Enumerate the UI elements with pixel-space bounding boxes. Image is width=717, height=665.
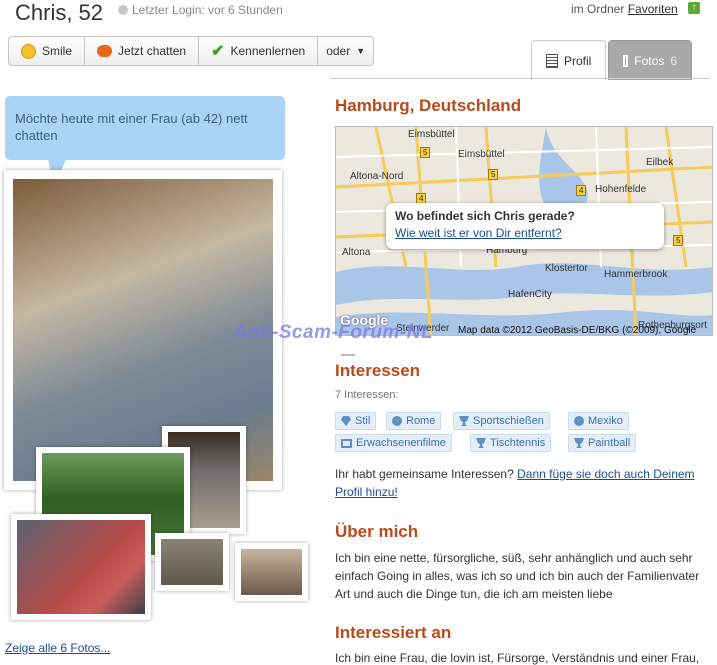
road-number: 5 (488, 169, 499, 180)
map-copyright: Map data ©2012 GeoBasis-DE/BKG (©2009), … (458, 325, 697, 336)
status-message: Möchte heute mit einer Frau (ab 42) nett… (5, 96, 285, 160)
folder-up-icon[interactable]: ↑ (688, 2, 700, 14)
interest-label: Stil (355, 415, 371, 427)
action-bar: Smile Jetzt chatten ✔ Kennenlernen oder ▼ (8, 36, 375, 66)
road-number: 4 (576, 185, 587, 196)
interest-chip[interactable]: Sportschießen (453, 412, 550, 430)
tab-fotos-label: Fotos (634, 53, 665, 68)
interest-label: Tischtennis (490, 437, 546, 449)
map-label: Eilbek (646, 157, 674, 168)
divider (341, 354, 355, 356)
meet-button[interactable]: ✔ Kennenlernen (199, 37, 319, 65)
interest-chip[interactable]: Erwachsenenfilme (335, 434, 452, 452)
map-label: Klostertor (545, 263, 588, 274)
trophy-icon (574, 438, 584, 448)
more-label: oder (326, 44, 351, 58)
tab-profil[interactable]: Profil (531, 40, 607, 80)
map-popup-question: Wo befindet sich Chris gerade? (395, 209, 575, 223)
map-label: Hohenfelde (595, 184, 647, 195)
interested-in-text: Ich bin eine Frau, die lovin ist, Fürsor… (335, 651, 700, 665)
profile-doc-icon (546, 53, 558, 68)
interests-count: 7 Interessen: (335, 389, 399, 401)
distance-link[interactable]: Wie weit ist er von Dir entfernt? (395, 226, 562, 240)
map-label: Eimsbüttel (458, 149, 505, 160)
map-label: Altona-Nord (350, 171, 404, 182)
interest-label: Mexiko (588, 415, 623, 427)
favorites-link[interactable]: Favoriten (628, 2, 678, 16)
watermark: Anti-Scam-Forum-NL (233, 322, 434, 343)
road-number: 5 (420, 147, 431, 158)
tab-profil-label: Profil (564, 53, 592, 68)
smile-button[interactable]: Smile (9, 37, 86, 65)
thumbnail-image (17, 520, 145, 614)
meet-label: Kennenlernen (230, 44, 306, 58)
tab-fotos[interactable]: Fotos 6 (608, 40, 692, 80)
interested-in-title: Interessiert an (335, 623, 452, 642)
trophy-icon (459, 416, 469, 426)
interest-chip[interactable]: Rome (386, 412, 442, 430)
interest-chip[interactable]: Stil (335, 412, 377, 430)
globe-icon (392, 416, 402, 426)
interest-label: Erwachsenenfilme (356, 437, 446, 449)
thumbnail-image (161, 539, 223, 585)
trophy-icon (476, 438, 486, 448)
last-login: Letzter Login: vor 6 Stunden (132, 3, 283, 17)
thumbnail-image (241, 549, 302, 595)
shared-interests-text: Ihr habt gemeinsame Interessen? (335, 467, 518, 481)
map-popup: Wo befindet sich Chris gerade? Wie weit … (386, 203, 664, 249)
road-number: 5 (673, 235, 684, 246)
profile-name: Chris, 52 (15, 0, 104, 25)
photo-thumbnail[interactable] (11, 514, 151, 620)
about-text: Ich bin eine nette, fürsorgliche, süß, s… (335, 551, 700, 601)
photo-thumbnail[interactable] (235, 543, 308, 601)
interest-chip[interactable]: Mexiko (568, 412, 629, 430)
interest-label: Sportschießen (473, 415, 544, 427)
photos-icon (623, 54, 629, 67)
map-label: Hammerbrook (604, 269, 668, 280)
more-dropdown[interactable]: oder ▼ (318, 37, 373, 65)
location-map[interactable]: Eimsbüttel Eimsbüttel Altona-Nord Hohenf… (335, 126, 713, 336)
shared-interests: Ihr habt gemeinsame Interessen? Dann füg… (335, 465, 710, 501)
map-label: HafenCity (508, 289, 552, 300)
interest-label: Paintball (588, 437, 631, 449)
interest-label: Rome (406, 415, 436, 427)
map-label: Eimsbüttel (408, 129, 455, 140)
folder-info: im Ordner Favoriten (571, 2, 678, 16)
diamond-icon (341, 416, 351, 426)
online-status-icon (118, 5, 128, 15)
dropdown-arrow-icon: ▼ (356, 46, 366, 56)
chat-button[interactable]: Jetzt chatten (85, 37, 200, 65)
interest-chip[interactable]: Tischtennis (470, 434, 552, 452)
map-label: Altona (342, 247, 371, 258)
chat-label: Jetzt chatten (118, 44, 187, 58)
globe-icon (574, 416, 584, 426)
tv-icon (341, 438, 352, 448)
smile-label: Smile (42, 44, 73, 58)
about-title: Über mich (335, 522, 419, 541)
smile-icon (21, 43, 36, 59)
checkmark-icon: ✔ (211, 43, 225, 60)
photo-thumbnail[interactable] (155, 533, 229, 591)
interests-title: Interessen (335, 361, 421, 380)
chat-icon (97, 45, 113, 57)
tab-fotos-count: 6 (670, 53, 677, 68)
show-all-photos-link[interactable]: Zeige alle 6 Fotos... (5, 641, 110, 655)
location-title: Hamburg, Deutschland (335, 96, 522, 115)
folder-prefix: im Ordner (571, 2, 628, 16)
tab-divider (330, 78, 710, 79)
interest-chip[interactable]: Paintball (568, 434, 637, 452)
